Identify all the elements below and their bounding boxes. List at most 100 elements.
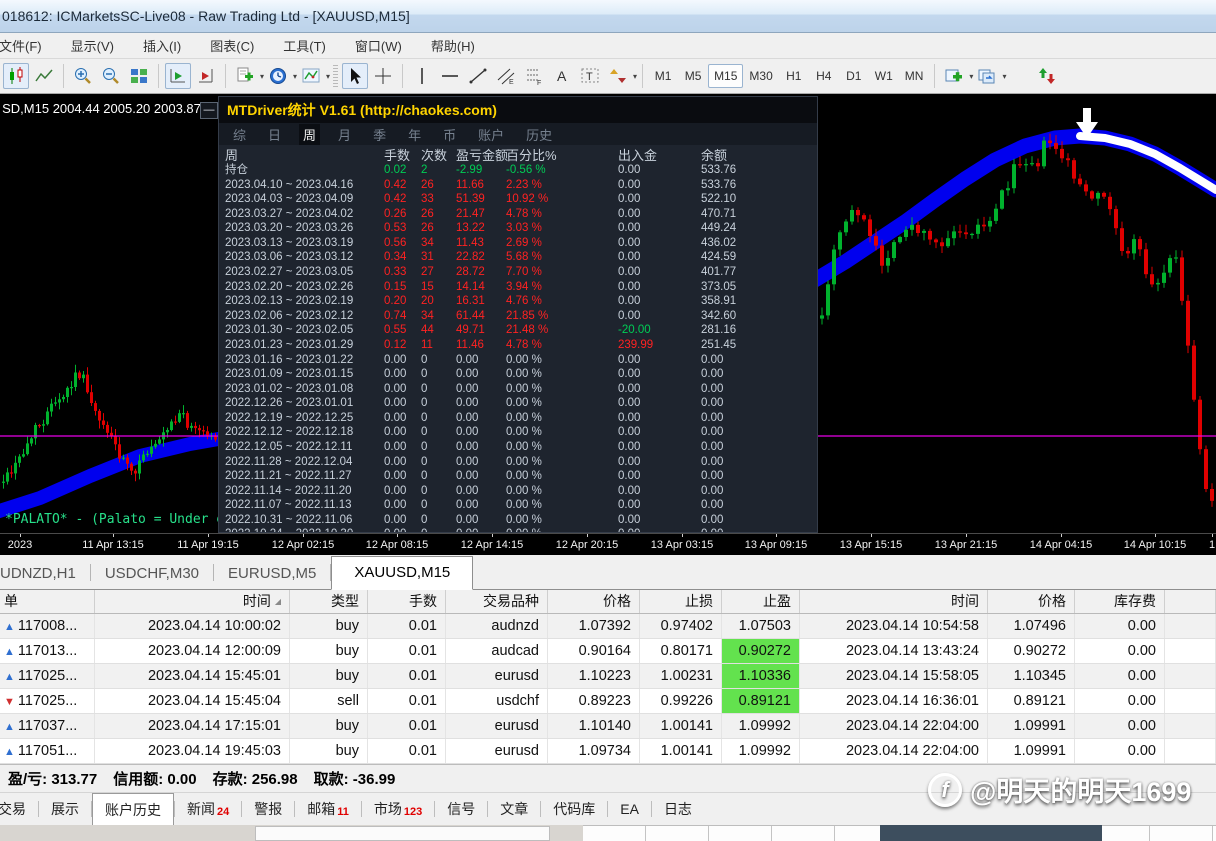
chart-profiles-icon[interactable] — [974, 63, 1000, 89]
terminal-tab-代码库[interactable]: 代码库 — [541, 793, 607, 825]
indicators-icon[interactable] — [298, 63, 324, 89]
tile-windows-icon[interactable] — [126, 63, 152, 89]
menu-item-插入I[interactable]: 插入(I) — [128, 36, 196, 55]
order-row[interactable]: ▲117051...2023.04.14 19:45:03buy0.01euru… — [0, 739, 1216, 764]
stats-tab-币[interactable]: 币 — [439, 124, 460, 145]
header-cell-close-price[interactable]: 价格 — [988, 590, 1075, 613]
menu-item-文件F[interactable]: 文件(F) — [0, 36, 57, 55]
order-row[interactable]: ▼117025...2023.04.14 15:45:04sell0.01usd… — [0, 689, 1216, 714]
terminal-tab-市场[interactable]: 市场123 — [362, 793, 434, 825]
vertical-line-icon[interactable] — [409, 63, 435, 89]
timeframe-button-M1[interactable]: M1 — [648, 64, 678, 88]
terminal-tab-EA[interactable]: EA — [608, 795, 651, 823]
order-row[interactable]: ▲117008...2023.04.14 10:00:02buy0.01audn… — [0, 614, 1216, 639]
text-icon[interactable]: A — [549, 63, 575, 89]
timeframe-button-M30[interactable]: M30 — [743, 64, 778, 88]
menu-item-图表C[interactable]: 图表(C) — [195, 36, 269, 55]
chart-tab-USDCHF,M30[interactable]: USDCHF,M30 — [91, 559, 213, 589]
menu-item-帮助H[interactable]: 帮助(H) — [416, 36, 490, 55]
timeframe-clock-icon[interactable] — [265, 63, 291, 89]
terminal-tab-信号[interactable]: 信号 — [435, 793, 487, 825]
new-order-dropdown-icon[interactable]: ▾ — [260, 72, 264, 81]
header-cell-open-time[interactable]: 时间◢ — [95, 590, 290, 613]
timeframe-button-M5[interactable]: M5 — [678, 64, 708, 88]
panel-minimize-button[interactable]: — — [200, 102, 218, 119]
auto-scroll-icon[interactable] — [165, 63, 191, 89]
time-axis[interactable]: 202311 Apr 13:1511 Apr 19:1512 Apr 02:15… — [0, 533, 1216, 555]
header-cell-swap[interactable]: 库存费 — [1075, 590, 1165, 613]
candlestick-chart-icon[interactable] — [3, 63, 29, 89]
crosshair-icon[interactable] — [370, 63, 396, 89]
terminal-tab-邮箱[interactable]: 邮箱11 — [295, 793, 361, 825]
timeframe-button-D1[interactable]: D1 — [839, 64, 869, 88]
equidistant-channel-icon[interactable]: E — [493, 63, 519, 89]
add-chart-icon[interactable] — [941, 63, 967, 89]
time-axis-tick — [682, 534, 683, 537]
header-cell-symbol[interactable]: 交易品种 — [446, 590, 548, 613]
timeframe-button-W1[interactable]: W1 — [869, 64, 899, 88]
stats-tab-季[interactable]: 季 — [369, 124, 390, 145]
stats-tab-历史[interactable]: 历史 — [522, 124, 556, 145]
menu-item-显示V[interactable]: 显示(V) — [56, 36, 129, 55]
header-cell-open-price[interactable]: 价格 — [548, 590, 640, 613]
header-cell-order-id[interactable]: 单 — [0, 590, 95, 613]
chart-tab-EURUSD,M5[interactable]: EURUSD,M5 — [214, 559, 330, 589]
terminal-tab-展示[interactable]: 展示 — [39, 793, 91, 825]
order-row[interactable]: ▲117037...2023.04.14 17:15:01buy0.01euru… — [0, 714, 1216, 739]
terminal-tab-文章[interactable]: 文章 — [488, 793, 540, 825]
horizontal-line-icon[interactable] — [437, 63, 463, 89]
line-chart-icon[interactable] — [31, 63, 57, 89]
time-axis-tick — [587, 534, 588, 537]
stats-tab-周[interactable]: 周 — [299, 124, 320, 145]
timeframe-button-MN[interactable]: MN — [899, 64, 930, 88]
header-cell-filler[interactable] — [1165, 590, 1216, 613]
header-cell-stop-loss[interactable]: 止损 — [640, 590, 722, 613]
arrows-icon[interactable] — [605, 63, 631, 89]
indicators-dropdown-icon[interactable]: ▾ — [326, 72, 330, 81]
add-chart-dropdown-icon[interactable]: ▾ — [969, 72, 973, 81]
stats-cell-percent: 21.48 % — [506, 323, 548, 338]
stats-tab-月[interactable]: 月 — [334, 124, 355, 145]
terminal-tab-日志[interactable]: 日志 — [652, 793, 704, 825]
header-cell-type[interactable]: 类型 — [290, 590, 368, 613]
chart-tab-XAUUSD,M15[interactable]: XAUUSD,M15 — [331, 556, 473, 590]
cell-swap: 0.00 — [1075, 614, 1165, 638]
header-cell-take-profit[interactable]: 止盈 — [722, 590, 800, 613]
cursor-icon[interactable] — [342, 63, 368, 89]
order-row[interactable]: ▲117013...2023.04.14 12:00:09buy0.01audc… — [0, 639, 1216, 664]
timeframe-button-M15[interactable]: M15 — [708, 64, 743, 88]
cell-close-time: 2023.04.14 15:58:05 — [800, 664, 988, 688]
stats-tab-年[interactable]: 年 — [404, 124, 425, 145]
stats-tab-账户[interactable]: 账户 — [474, 124, 508, 145]
terminal-tab-账户历史[interactable]: 账户历史 — [92, 793, 174, 826]
header-cell-close-time[interactable]: 时间 — [800, 590, 988, 613]
chart-profiles-dropdown-icon[interactable]: ▾ — [1002, 72, 1006, 81]
trendline-icon[interactable] — [465, 63, 491, 89]
terminal-tab-警报[interactable]: 警报 — [242, 793, 294, 825]
cell-type: buy — [290, 614, 368, 638]
timeframe-button-H4[interactable]: H4 — [809, 64, 839, 88]
order-row[interactable]: ▲117025...2023.04.14 15:45:01buy0.01euru… — [0, 664, 1216, 689]
arrows-dropdown-icon[interactable]: ▾ — [633, 72, 637, 81]
timeframe-clock-dropdown-icon[interactable]: ▾ — [293, 72, 297, 81]
stats-week-row: 2022.11.14 ~ 2022.11.200.0000.000.00 %0.… — [219, 484, 817, 499]
new-order-icon[interactable] — [232, 63, 258, 89]
zoom-out-icon[interactable] — [98, 63, 124, 89]
zoom-in-icon[interactable] — [70, 63, 96, 89]
menu-item-工具T[interactable]: 工具(T) — [268, 36, 341, 55]
stats-tab-综[interactable]: 综 — [229, 124, 250, 145]
terminal-tab-交易[interactable]: 交易 — [0, 793, 38, 825]
stats-tab-日[interactable]: 日 — [264, 124, 285, 145]
terminal-tab-新闻[interactable]: 新闻24 — [175, 793, 241, 825]
title-bar[interactable]: 018612: ICMarketsSC-Live08 - Raw Trading… — [0, 0, 1216, 33]
fibonacci-icon[interactable]: F — [521, 63, 547, 89]
stats-cell-balance: 470.71 — [701, 207, 736, 222]
menu-item-窗口W[interactable]: 窗口(W) — [340, 36, 417, 55]
text-label-icon[interactable]: T — [577, 63, 603, 89]
chart-area[interactable]: XAUUSD,M15 2004.44 2005.20 2003.87 2004.… — [0, 94, 1216, 533]
header-cell-lots[interactable]: 手数 — [368, 590, 446, 613]
chart-tab-AUDNZD,H1[interactable]: AUDNZD,H1 — [0, 559, 90, 589]
timeframe-button-H1[interactable]: H1 — [779, 64, 809, 88]
chart-shift-icon[interactable] — [193, 63, 219, 89]
buy-sell-arrows-icon[interactable] — [1034, 63, 1060, 89]
